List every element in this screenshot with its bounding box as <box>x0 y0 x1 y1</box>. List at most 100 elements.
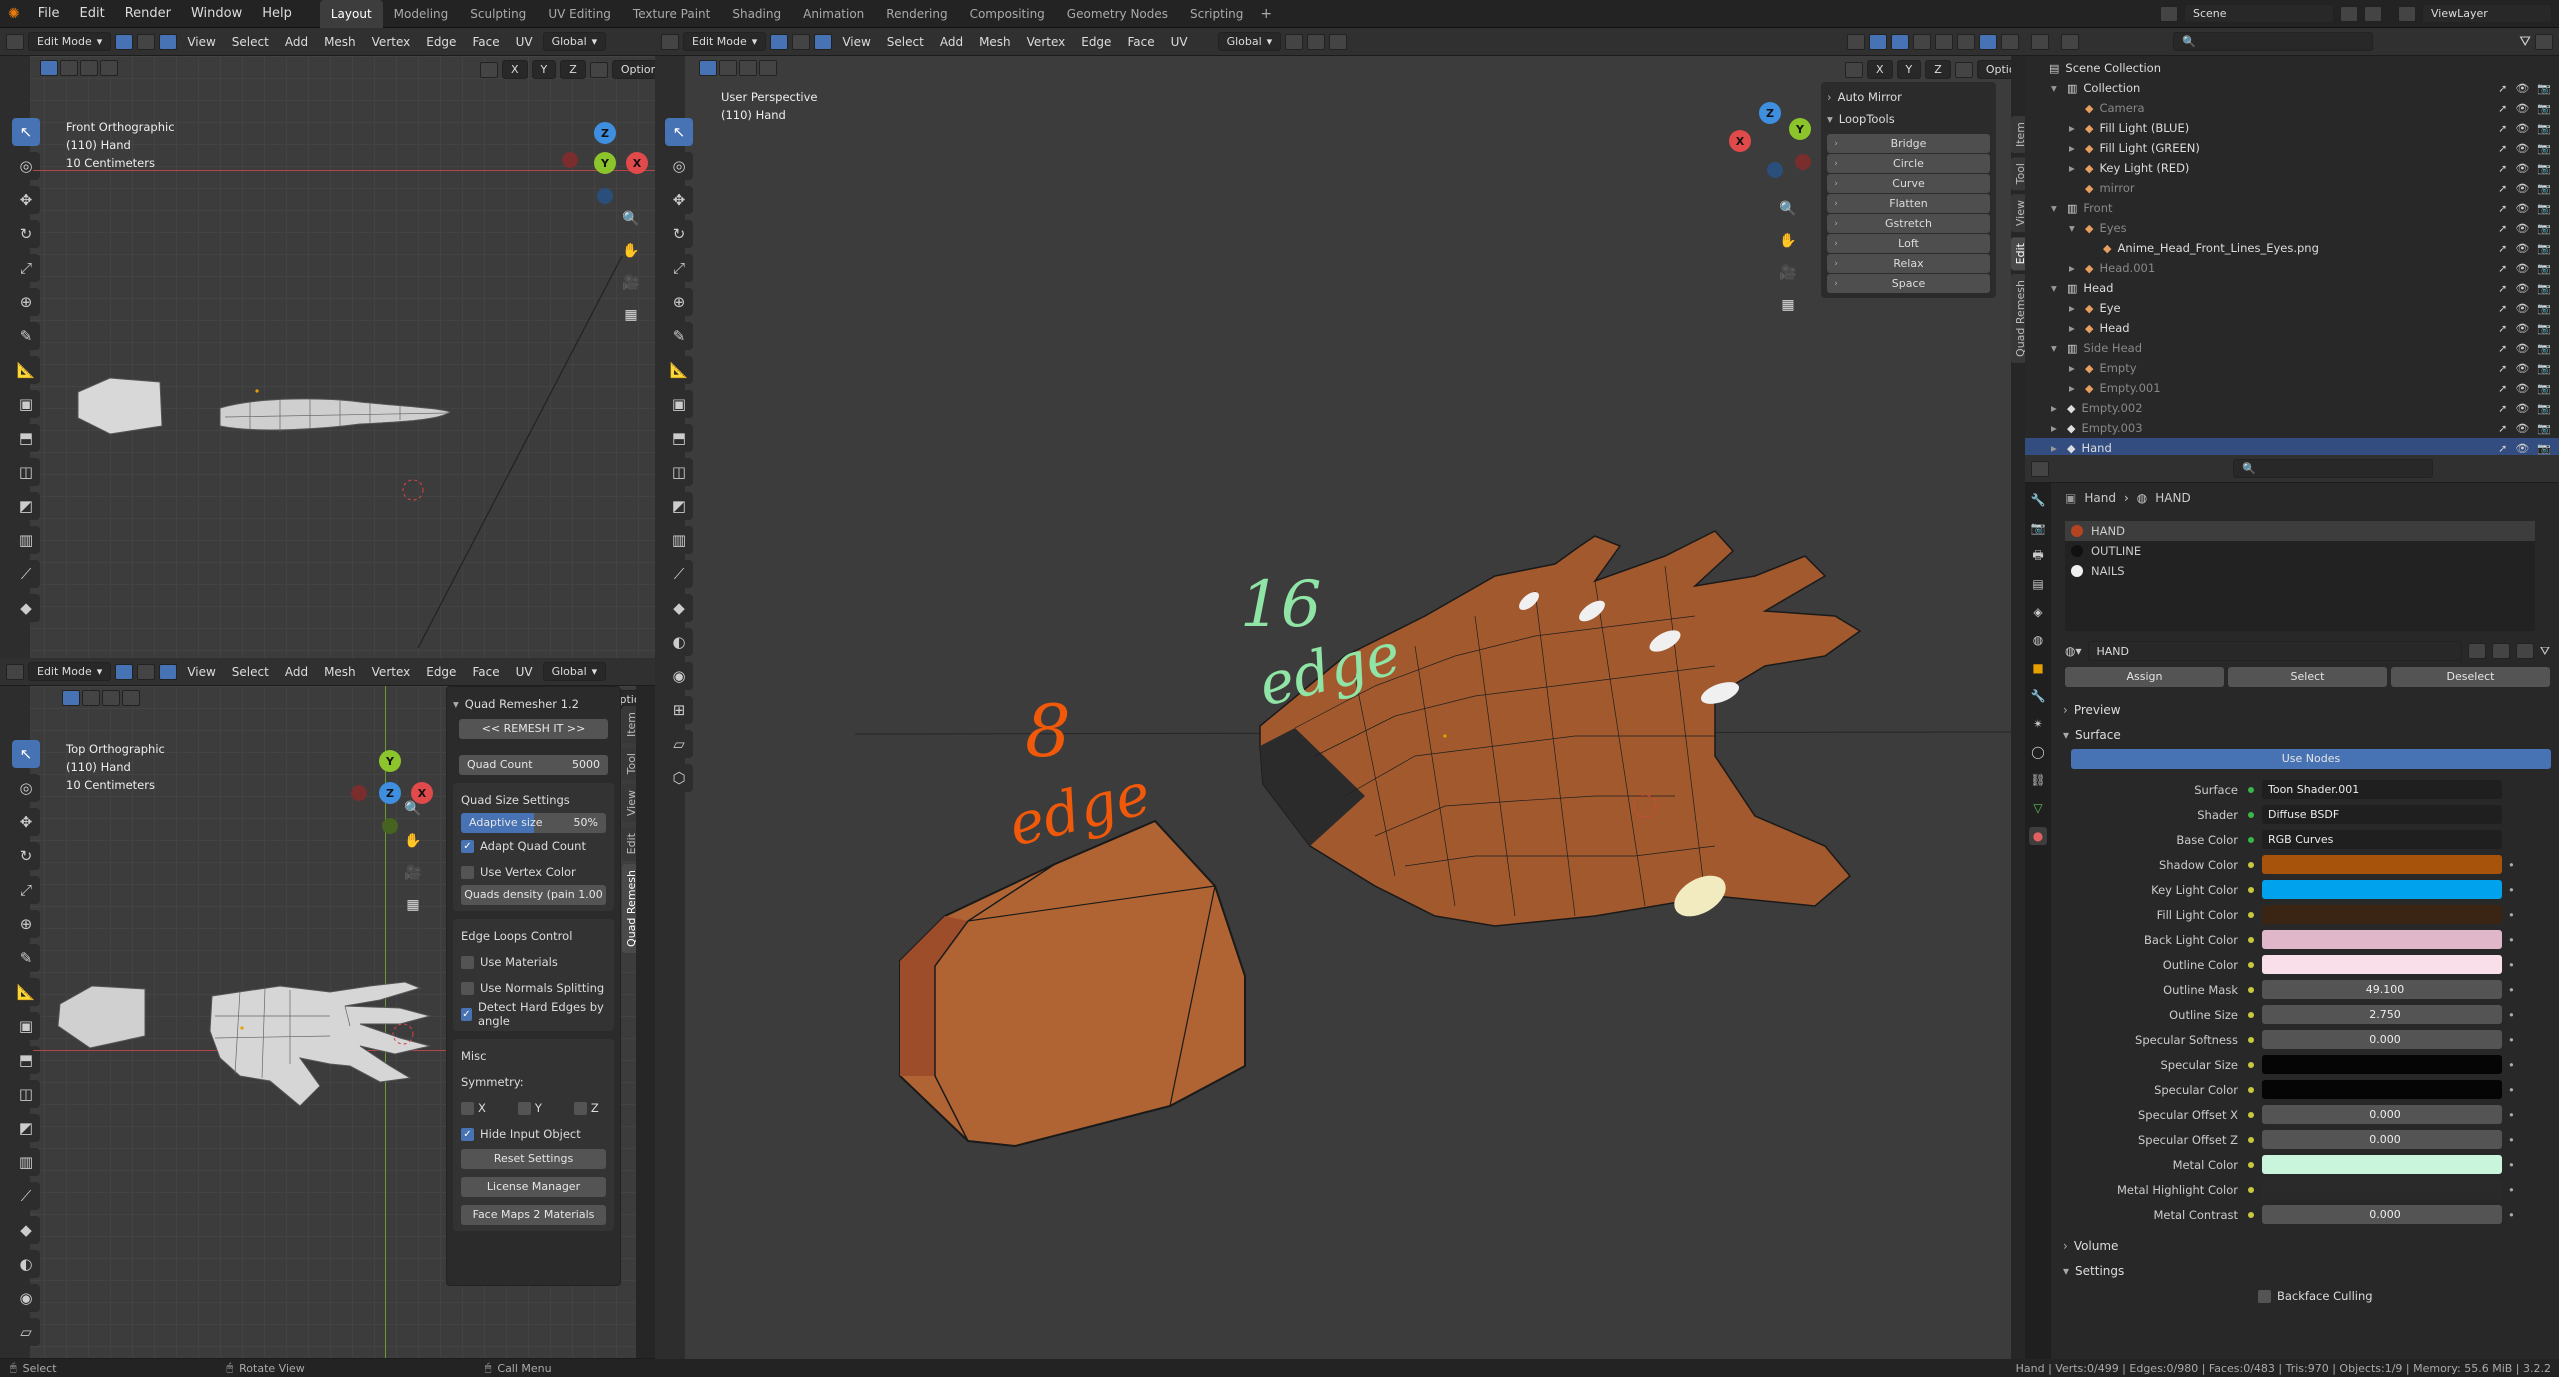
keyframe-dot-icon[interactable]: • <box>2508 1183 2515 1197</box>
menu-uv[interactable]: UV <box>1165 35 1194 49</box>
camera-icon[interactable]: 🎥 <box>400 860 426 886</box>
keyframe-dot-icon[interactable]: • <box>2508 1133 2515 1147</box>
looptools-circle-button[interactable]: › Circle <box>1827 154 1990 173</box>
expand-arrow-icon[interactable]: › <box>1827 199 1845 209</box>
editor-type-icon[interactable] <box>2031 33 2049 50</box>
color-swatch[interactable] <box>2262 880 2502 899</box>
use-normals-checkbox[interactable] <box>461 981 474 995</box>
adapt-quad-count-checkbox[interactable]: ✓ <box>461 839 474 853</box>
viewlayer-icon[interactable] <box>2398 5 2416 22</box>
socket-dot-icon[interactable] <box>2248 911 2254 918</box>
select-toggle-icon[interactable]: ➚ <box>2498 322 2507 335</box>
object-tab-icon[interactable]: ■ <box>2029 659 2047 677</box>
pin-icon[interactable]: ▣ <box>2065 491 2076 505</box>
menu-edit[interactable]: Edit <box>70 0 115 28</box>
menu-vertex[interactable]: Vertex <box>366 35 417 49</box>
select-toggle-icon[interactable]: ➚ <box>2498 222 2507 235</box>
socket-dot-icon[interactable] <box>2248 1211 2254 1218</box>
vertex-select-icon[interactable] <box>115 663 134 680</box>
socket-dot-icon[interactable] <box>2248 986 2254 993</box>
filter-icon[interactable]: ⛛ <box>2519 34 2531 50</box>
menu-select[interactable]: Select <box>226 35 275 49</box>
material-slot[interactable]: HAND <box>2065 521 2535 541</box>
eye-icon[interactable]: 👁 <box>2515 202 2529 215</box>
camera-render-icon[interactable]: 📷 <box>2537 202 2551 215</box>
socket-dot-icon[interactable] <box>2248 1111 2254 1118</box>
select-toggle-icon[interactable]: ➚ <box>2498 182 2507 195</box>
menu-view[interactable]: View <box>836 35 876 49</box>
menu-add[interactable]: Add <box>934 35 969 49</box>
mode-dropdown[interactable]: Edit Mode ▾ <box>28 32 112 51</box>
rendered-shading-icon[interactable] <box>2001 33 2019 50</box>
modifier-tab-icon[interactable]: 🔧 <box>2029 687 2047 705</box>
orientation-dropdown[interactable]: Global ▾ <box>542 662 607 681</box>
select-toggle-icon[interactable]: ➚ <box>2498 362 2507 375</box>
keyframe-dot-icon[interactable]: • <box>2508 1108 2515 1122</box>
reset-settings-button[interactable]: Reset Settings <box>461 1149 606 1169</box>
select-toggle-icon[interactable]: ➚ <box>2498 202 2507 215</box>
editor-type-icon[interactable] <box>6 33 24 50</box>
camera-render-icon[interactable]: 📷 <box>2537 302 2551 315</box>
outliner-row[interactable]: ▸ ◆ Head.001 ➚ 👁 📷 <box>2025 258 2559 278</box>
select-toggle-icon[interactable]: ➚ <box>2498 102 2507 115</box>
camera-render-icon[interactable]: 📷 <box>2537 422 2551 435</box>
camera-render-icon[interactable]: 📷 <box>2537 442 2551 455</box>
workspace-tab-animation[interactable]: Animation <box>792 0 875 28</box>
use-vertex-color-checkbox[interactable] <box>461 865 474 879</box>
scene-tab-icon[interactable]: ◈ <box>2029 603 2047 621</box>
keyframe-dot-icon[interactable]: • <box>2508 983 2515 997</box>
camera-render-icon[interactable]: 📷 <box>2537 342 2551 355</box>
detect-hard-edges-checkbox[interactable]: ✓ <box>461 1007 472 1021</box>
gizmo-neg-x[interactable] <box>562 152 578 168</box>
camera-render-icon[interactable]: 📷 <box>2537 122 2551 135</box>
menu-edge[interactable]: Edge <box>1075 35 1117 49</box>
duplicate-material-icon[interactable] <box>2491 643 2510 659</box>
filter-icon[interactable]: ⛛ <box>2540 644 2550 659</box>
select-toggle-icon[interactable]: ➚ <box>2498 82 2507 95</box>
expand-arrow-icon[interactable]: ▸ <box>2051 441 2065 455</box>
expand-arrow-icon[interactable]: ▸ <box>2069 121 2083 135</box>
node-link-field[interactable]: RGB Curves <box>2262 830 2502 849</box>
use-materials-checkbox[interactable] <box>461 955 474 969</box>
expand-arrow-icon[interactable]: › <box>1827 219 1845 229</box>
expand-arrow-icon[interactable]: ▾ <box>2051 341 2065 355</box>
number-field[interactable]: 2.750 <box>2262 1005 2502 1024</box>
keyframe-dot-icon[interactable]: • <box>2508 908 2515 922</box>
outliner-row[interactable]: ▸ ◆ Empty.001 ➚ 👁 📷 <box>2025 378 2559 398</box>
camera-render-icon[interactable]: 📷 <box>2537 222 2551 235</box>
socket-dot-icon[interactable] <box>2248 1086 2254 1093</box>
color-swatch[interactable] <box>2262 955 2502 974</box>
select-toggle-icon[interactable]: ➚ <box>2498 442 2507 455</box>
delete-scene-icon[interactable] <box>2364 5 2382 22</box>
eye-icon[interactable]: 👁 <box>2515 242 2529 255</box>
render-tab-icon[interactable]: 📷 <box>2029 519 2047 537</box>
select-toggle-icon[interactable]: ➚ <box>2498 122 2507 135</box>
select-toggle-icon[interactable]: ➚ <box>2498 382 2507 395</box>
eye-icon[interactable]: 👁 <box>2515 122 2529 135</box>
menu-select[interactable]: Select <box>881 35 930 49</box>
face-select-icon[interactable] <box>159 663 178 680</box>
scene-selector[interactable]: Scene <box>2184 4 2334 23</box>
menu-select[interactable]: Select <box>226 665 275 679</box>
socket-dot-icon[interactable] <box>2248 1186 2254 1193</box>
outliner-row[interactable]: ▾ ▥ Side Head ➚ 👁 📷 <box>2025 338 2559 358</box>
eye-icon[interactable]: 👁 <box>2515 282 2529 295</box>
sym-y-checkbox[interactable] <box>517 1101 531 1115</box>
expand-arrow-icon[interactable]: ▸ <box>2069 141 2083 155</box>
menu-mesh[interactable]: Mesh <box>318 35 362 49</box>
menu-edge[interactable]: Edge <box>420 35 462 49</box>
socket-dot-icon[interactable] <box>2248 936 2254 943</box>
eye-icon[interactable]: 👁 <box>2515 442 2529 455</box>
looptools-relax-button[interactable]: › Relax <box>1827 254 1990 273</box>
outliner-row[interactable]: ▸ ◆ Fill Light (BLUE) ➚ 👁 📷 <box>2025 118 2559 138</box>
constraints-tab-icon[interactable]: ⛓ <box>2029 771 2047 789</box>
keyframe-dot-icon[interactable]: • <box>2508 958 2515 972</box>
menu-face[interactable]: Face <box>1121 35 1160 49</box>
pan-hand-icon[interactable]: ✋ <box>400 828 426 854</box>
camera-render-icon[interactable]: 📷 <box>2537 322 2551 335</box>
blender-logo-icon[interactable]: ✺ <box>8 6 20 22</box>
quad-remesher-header[interactable]: ▾ Quad Remesher 1.2 <box>453 693 614 715</box>
camera-render-icon[interactable]: 📷 <box>2537 242 2551 255</box>
particles-tab-icon[interactable]: ✴ <box>2029 715 2047 733</box>
menu-mesh[interactable]: Mesh <box>973 35 1017 49</box>
